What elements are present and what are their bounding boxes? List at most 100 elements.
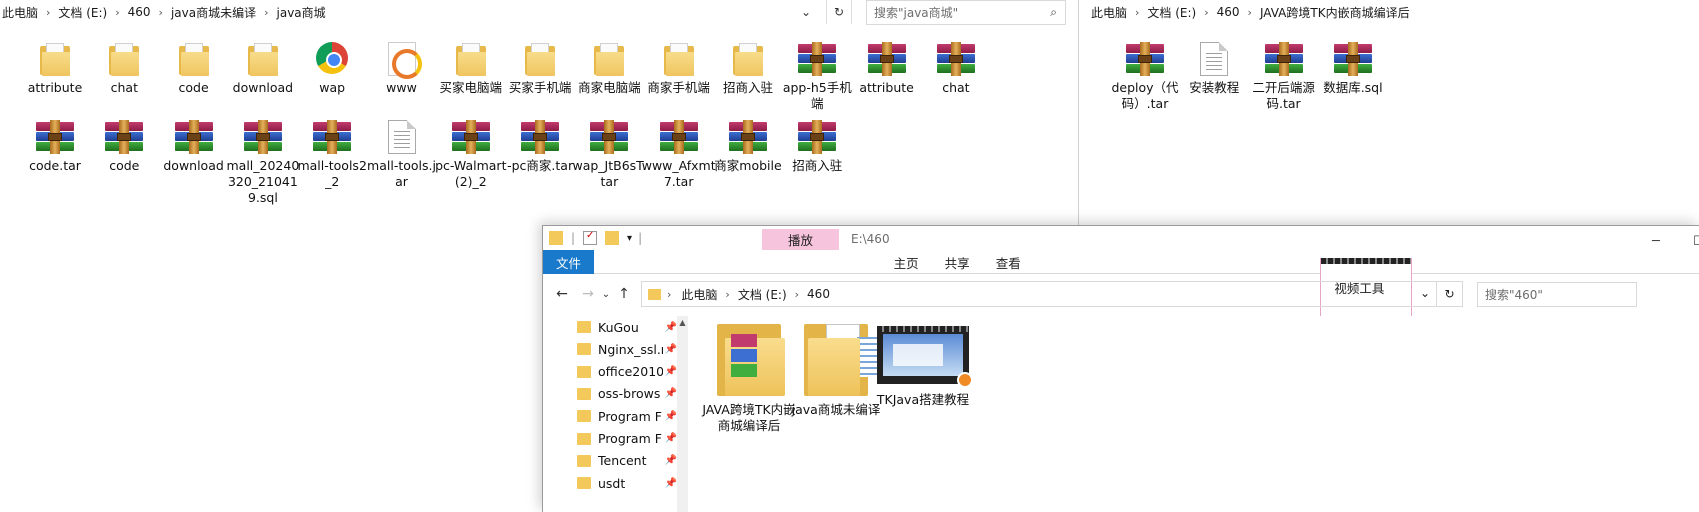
explorer-window-compiled: 此电脑 › 文档 (E:) › 460 › JAVA跨境TK内嵌商城编译后 deplo… [1083, 0, 1699, 240]
file-item[interactable]: 买家手机端 [503, 42, 577, 96]
forward-arrow-icon[interactable]: → [577, 283, 599, 305]
refresh-icon[interactable]: ↻ [826, 0, 852, 24]
new-folder-icon[interactable] [605, 231, 620, 245]
tab-share[interactable]: 共享 [932, 250, 983, 274]
maximize-button[interactable]: ☐ [1693, 234, 1699, 249]
customize-dropdown-icon[interactable]: ▾ [627, 233, 632, 244]
file-item[interactable]: chat [87, 42, 161, 96]
file-item[interactable]: 二开后端源码.tar [1247, 42, 1321, 112]
file-item[interactable]: wap [295, 42, 369, 96]
file-item[interactable]: mall-tools.jar [365, 120, 439, 190]
chevron-down-icon[interactable]: ⌄ [1420, 286, 1430, 300]
sidebar-item[interactable]: Program F 📌 [577, 428, 677, 450]
file-item[interactable]: attribute [18, 42, 92, 96]
file-item[interactable]: download [226, 42, 300, 96]
file-item[interactable]: pc-Walmart (2)_2 [434, 120, 508, 190]
file-item[interactable]: www [365, 42, 439, 96]
folder-icon[interactable] [549, 231, 563, 245]
breadcrumb-item[interactable]: 文档 (E:) [58, 4, 107, 21]
breadcrumb-item[interactable]: 460 [128, 5, 151, 19]
file-item[interactable]: download [157, 120, 231, 174]
file-item[interactable]: chat [919, 42, 993, 96]
sidebar-item-label: Program F [598, 431, 662, 446]
file-item-label: 安装教程 [1189, 80, 1240, 95]
pin-icon[interactable]: 📌 [662, 388, 677, 400]
file-item[interactable]: code [157, 42, 231, 96]
chevron-down-icon[interactable]: ⌄ [796, 2, 816, 22]
file-item[interactable]: app-h5手机端 [780, 42, 854, 112]
scroll-up-icon[interactable]: ▲ [677, 318, 688, 327]
navigation-pane: KuGou 📌 Nginx_ssl.r 📌 office2010 📌 oss-brows 📌 P… [543, 316, 691, 512]
search-input[interactable]: 搜索"java商城" ⌕ [866, 0, 1066, 25]
breadcrumb[interactable]: 此电脑 › 文档 (E:) › 460 › java商城未编译 › java商城 [2, 0, 326, 24]
sidebar-item[interactable]: usdt 📌 [577, 472, 677, 494]
sidebar-item[interactable]: office2010 📌 [577, 361, 677, 383]
sidebar-item[interactable]: Nginx_ssl.r 📌 [577, 338, 677, 360]
breadcrumb-item[interactable]: java商城未编译 [171, 4, 256, 21]
file-item-label: app-h5手机端 [782, 80, 852, 111]
search-icon[interactable]: ⌕ [1050, 5, 1057, 20]
file-item[interactable]: 买家电脑端 [434, 42, 508, 96]
sidebar-item[interactable]: Tencent 📌 [577, 450, 677, 472]
pin-icon[interactable]: 📌 [662, 321, 677, 333]
file-item[interactable]: 安装教程 [1177, 42, 1251, 96]
file-item[interactable]: java商城未编译 [788, 318, 887, 418]
breadcrumb-item[interactable]: 460 [807, 287, 830, 301]
file-item[interactable]: -pc商家.tar [503, 120, 577, 174]
pin-icon[interactable]: 📌 [662, 343, 677, 355]
tab-home[interactable]: 主页 [881, 250, 932, 274]
search-input[interactable]: 搜索"460" [1477, 281, 1637, 307]
breadcrumb-item[interactable]: 此电脑 [1091, 4, 1127, 21]
file-item[interactable]: 数据库.sql [1316, 42, 1390, 96]
file-item[interactable]: TKJava搭建教程 [875, 318, 973, 408]
file-item-label: 商家手机端 [647, 80, 710, 95]
file-item[interactable]: attribute [850, 42, 924, 96]
file-item-label: 二开后端源码.tar [1252, 80, 1315, 111]
minimize-button[interactable]: ─ [1652, 234, 1660, 249]
breadcrumb-item[interactable]: 460 [1217, 5, 1240, 19]
file-item-label: pc-Walmart (2)_2 [435, 158, 507, 189]
pin-icon[interactable]: 📌 [662, 366, 677, 378]
breadcrumb-item[interactable]: 此电脑 [681, 286, 717, 303]
folder-icon [523, 42, 557, 76]
sidebar-item-label: Nginx_ssl.r [598, 341, 666, 357]
file-item[interactable]: wap_JtB6sT.tar [572, 120, 646, 190]
file-item[interactable]: 商家mobile [711, 120, 785, 174]
breadcrumb-item[interactable]: 此电脑 [2, 4, 38, 21]
pin-icon[interactable]: 📌 [662, 477, 677, 489]
file-item[interactable]: code [87, 120, 161, 174]
file-item[interactable]: www_Afxmt7.tar [642, 120, 716, 190]
pin-icon[interactable]: 📌 [662, 455, 677, 467]
sidebar-item[interactable]: Program F 📌 [577, 405, 677, 427]
recent-dropdown-icon[interactable]: ⌄ [599, 283, 613, 305]
tab-view[interactable]: 查看 [983, 250, 1034, 274]
address-bar[interactable]: › 此电脑 › 文档 (E:) › 460 ⌄ [641, 281, 1437, 307]
file-item[interactable]: deploy（代码）.tar [1108, 42, 1182, 112]
folder-icon [577, 387, 591, 400]
pin-icon[interactable]: 📌 [662, 410, 677, 422]
file-item[interactable]: mall-tools2_2 [295, 120, 369, 190]
sidebar-item[interactable]: KuGou 📌 [577, 316, 677, 338]
file-item[interactable]: 商家电脑端 [572, 42, 646, 96]
breadcrumb-item[interactable]: java商城 [277, 4, 326, 21]
sidebar-item-label: KuGou [598, 319, 639, 335]
sidebar-item[interactable]: oss-brows 📌 [577, 383, 677, 405]
pin-icon[interactable]: 📌 [662, 433, 677, 444]
file-item[interactable]: 商家手机端 [642, 42, 716, 96]
refresh-icon[interactable]: ↻ [1437, 281, 1463, 307]
up-arrow-icon[interactable]: ↑ [613, 283, 635, 305]
file-item[interactable]: mall_20240320_210419.sql [226, 120, 300, 206]
tab-file[interactable]: 文件 [543, 250, 595, 274]
navigation-pane-scrollbar[interactable]: ▲ [677, 316, 688, 512]
file-item[interactable]: 招商入驻 [711, 42, 785, 96]
breadcrumb-item[interactable]: 文档 (E:) [738, 286, 787, 303]
rar-icon [798, 120, 837, 154]
file-item[interactable]: 招商入驻 [780, 120, 854, 174]
breadcrumb-item[interactable]: 文档 (E:) [1147, 4, 1196, 21]
properties-icon[interactable]: ✓ [583, 230, 598, 245]
breadcrumb-item[interactable]: JAVA跨境TK内嵌商城编译后 [1260, 4, 1410, 21]
file-item[interactable]: code.tar [18, 120, 92, 174]
back-arrow-icon[interactable]: ← [551, 283, 573, 305]
file-item[interactable]: JAVA跨境TK内嵌商城编译后 [701, 318, 797, 434]
breadcrumb[interactable]: 此电脑 › 文档 (E:) › 460 › JAVA跨境TK内嵌商城编译后 [1091, 0, 1410, 24]
